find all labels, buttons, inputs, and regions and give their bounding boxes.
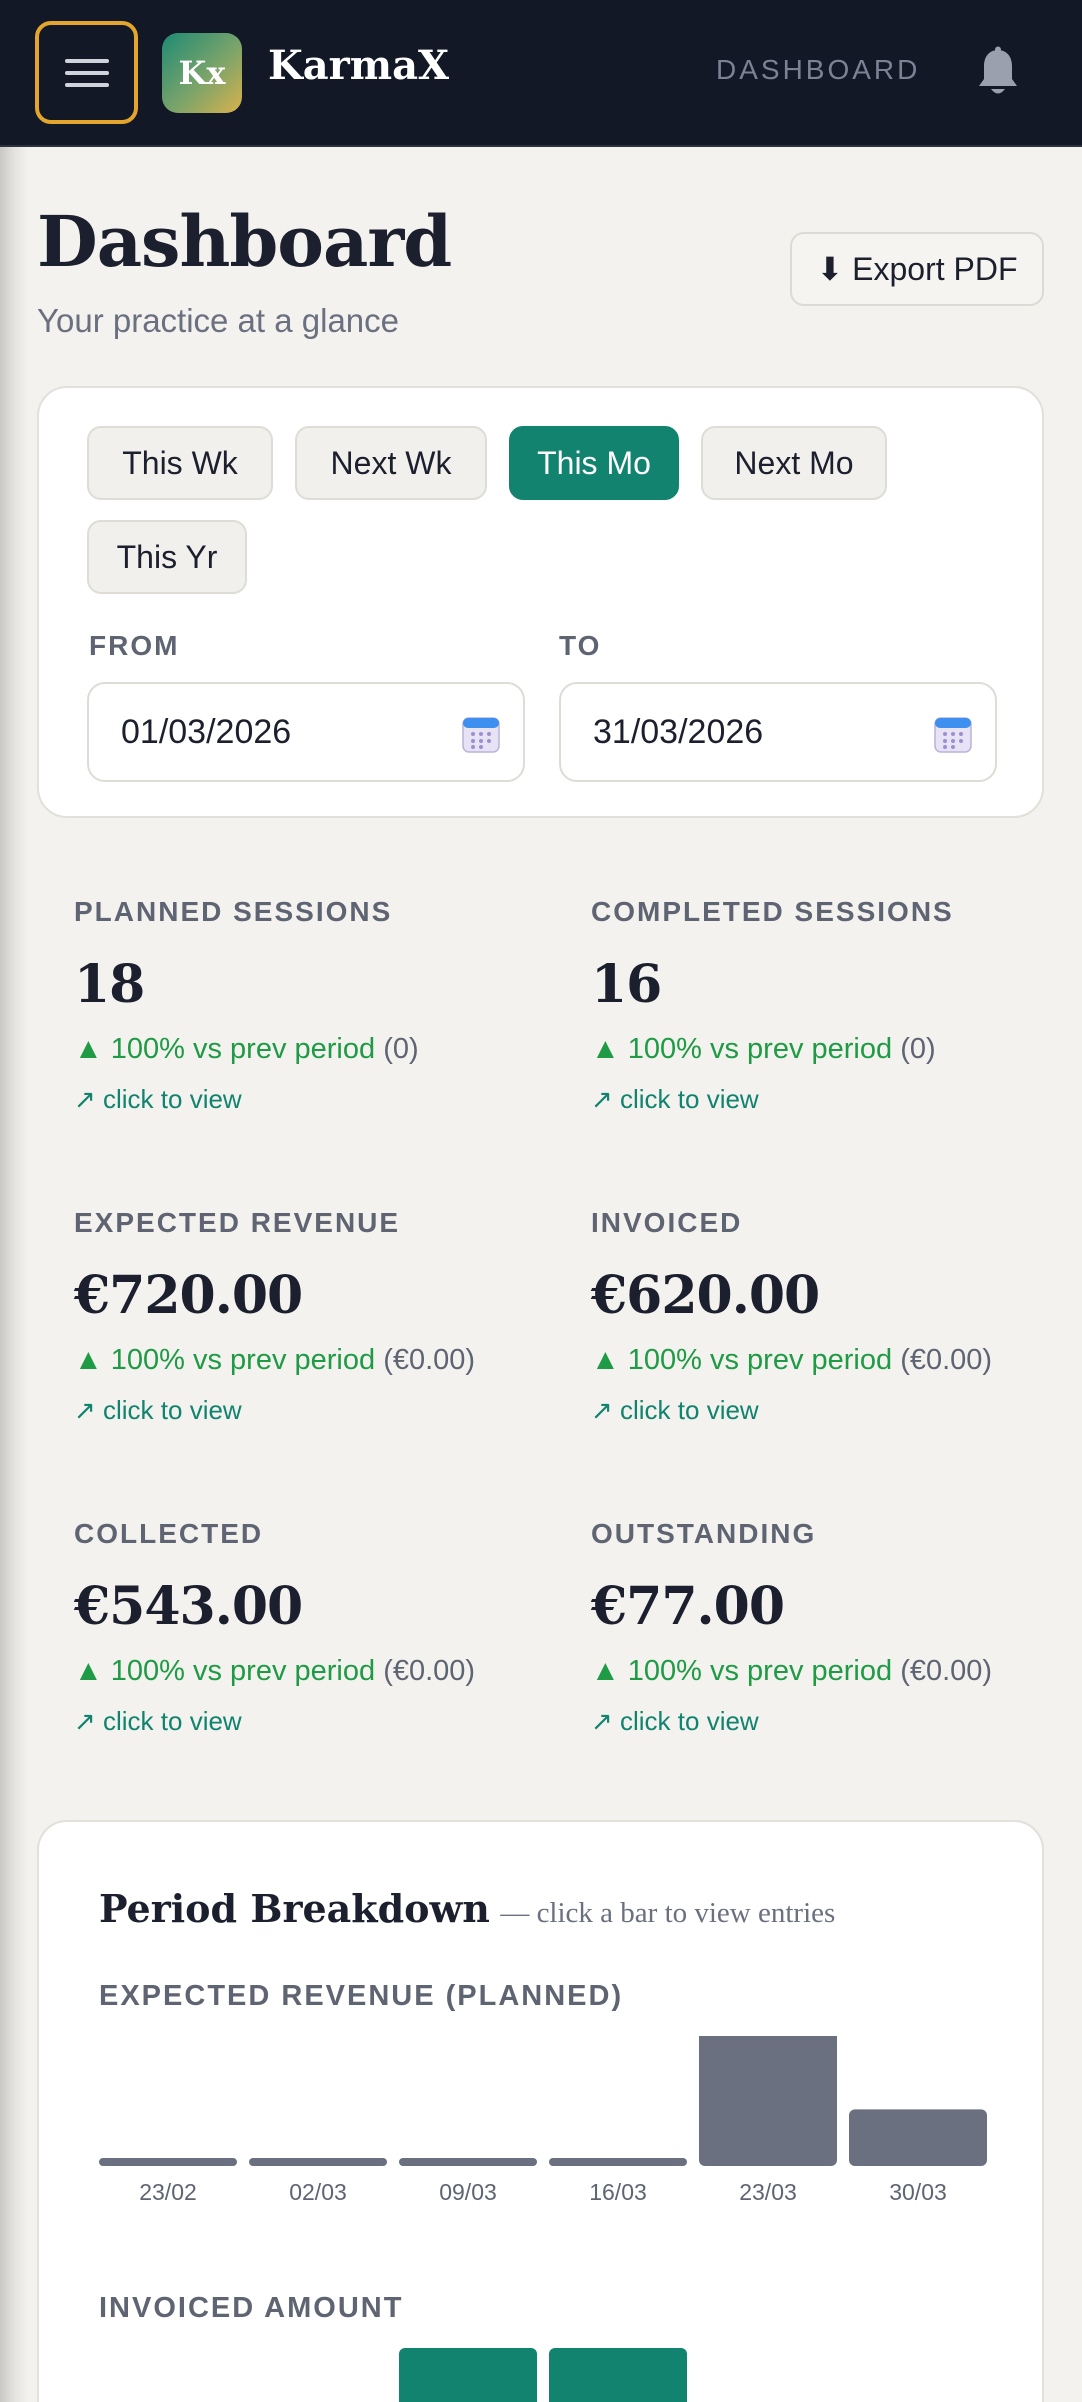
app-logo[interactable]: Kx (162, 33, 242, 113)
nav-current-page[interactable]: DASHBOARD (716, 54, 920, 86)
chart-bar[interactable] (549, 2158, 687, 2166)
to-label: TO (559, 630, 602, 661)
from-date-value: 01/03/2026 (121, 712, 292, 751)
chip-this-year[interactable]: This Yr (87, 520, 247, 594)
stat-view-link[interactable]: ↗ click to view (74, 1084, 554, 1115)
top-app-bar: Kx KarmaX DASHBOARD (0, 0, 1082, 147)
chart-title-invoiced: INVOICED AMOUNT (99, 2292, 404, 2324)
from-date-input[interactable]: 01/03/2026 (87, 682, 525, 782)
chip-next-week[interactable]: Next Wk (295, 426, 487, 500)
page-subtitle: Your practice at a glance (37, 302, 400, 339)
from-label: FROM (89, 630, 180, 661)
stat-value: €543.00 (74, 1576, 303, 1637)
hamburger-icon-line (64, 82, 109, 87)
chip-this-week[interactable]: This Wk (87, 426, 273, 500)
edge-shadow (0, 147, 28, 2402)
hamburger-icon-line (64, 58, 109, 63)
chip-this-month[interactable]: This Mo (509, 426, 679, 500)
stat-view-link[interactable]: ↗ click to view (591, 1084, 1071, 1115)
breakdown-title: Period Breakdown — click a bar to view e… (99, 1886, 835, 1931)
invoiced-amount-chart (399, 2348, 687, 2402)
stat-delta: ▲ 100% vs prev period (0) (74, 1033, 419, 1065)
stat-expected-revenue[interactable]: EXPECTED REVENUE €720.00 ▲ 100% vs prev … (74, 1207, 554, 1426)
stat-value: €620.00 (591, 1265, 820, 1326)
stat-delta: ▲ 100% vs prev period (€0.00) (591, 1344, 993, 1376)
expected-revenue-chart: 23/02 02/03 09/03 16/03 23/03 30/03 (99, 2036, 987, 2205)
stat-outstanding[interactable]: OUTSTANDING €77.00 ▲ 100% vs prev period… (591, 1518, 1071, 1737)
stat-label: COLLECTED (74, 1518, 264, 1549)
to-date-input[interactable]: 31/03/2026 (559, 682, 997, 782)
period-breakdown-card: Period Breakdown — click a bar to view e… (37, 1820, 1044, 2402)
chart-tick-label: 23/03 (739, 2179, 797, 2205)
stat-collected[interactable]: COLLECTED €543.00 ▲ 100% vs prev period … (74, 1518, 554, 1737)
stat-delta: ▲ 100% vs prev period (€0.00) (74, 1344, 476, 1376)
menu-button[interactable] (35, 21, 138, 124)
chart-tick-label: 16/03 (589, 2179, 647, 2205)
stat-label: COMPLETED SESSIONS (591, 896, 954, 927)
chart-title-expected-revenue: EXPECTED REVENUE (PLANNED) (99, 1980, 624, 2012)
chart-bar[interactable] (399, 2348, 537, 2402)
export-pdf-button[interactable]: ⬇ Export PDF (790, 232, 1044, 306)
hamburger-icon-line (64, 70, 109, 75)
stat-view-link[interactable]: ↗ click to view (74, 1395, 554, 1426)
notification-bell-icon[interactable] (975, 46, 1021, 98)
chart-tick-label: 02/03 (289, 2179, 347, 2205)
date-filter-card: This Wk Next Wk This Mo Next Mo This Yr … (37, 386, 1044, 818)
chart-bar[interactable] (99, 2158, 237, 2166)
chart-tick-label: 30/03 (889, 2179, 947, 2205)
to-date-value: 31/03/2026 (593, 712, 764, 751)
breakdown-hint: — click a bar to view entries (500, 1897, 836, 1929)
stat-view-link[interactable]: ↗ click to view (74, 1706, 554, 1737)
brand-name[interactable]: KarmaX (268, 42, 449, 89)
chart-bar[interactable] (249, 2158, 387, 2166)
stat-delta: ▲ 100% vs prev period (0) (591, 1033, 936, 1065)
chart-bar[interactable] (699, 2036, 837, 2166)
stat-label: INVOICED (591, 1207, 743, 1238)
stat-label: PLANNED SESSIONS (74, 896, 393, 927)
chart-tick-label: 09/03 (439, 2179, 497, 2205)
stat-planned-sessions[interactable]: PLANNED SESSIONS 18 ▲ 100% vs prev perio… (74, 896, 554, 1115)
calendar-icon[interactable] (461, 714, 501, 754)
stat-value: 16 (591, 954, 662, 1015)
stat-invoiced[interactable]: INVOICED €620.00 ▲ 100% vs prev period (… (591, 1207, 1071, 1426)
stat-completed-sessions[interactable]: COMPLETED SESSIONS 16 ▲ 100% vs prev per… (591, 896, 1071, 1115)
chart-bar[interactable] (549, 2348, 687, 2402)
calendar-icon[interactable] (933, 714, 973, 754)
chart-bar[interactable] (849, 2109, 987, 2166)
stat-delta: ▲ 100% vs prev period (€0.00) (591, 1655, 993, 1687)
stat-value: €720.00 (74, 1265, 303, 1326)
stat-value: €77.00 (591, 1576, 785, 1637)
stat-view-link[interactable]: ↗ click to view (591, 1706, 1071, 1737)
chart-tick-label: 23/02 (139, 2179, 197, 2205)
breakdown-title-text: Period Breakdown (99, 1886, 490, 1931)
stat-view-link[interactable]: ↗ click to view (591, 1395, 1071, 1426)
stat-value: 18 (74, 954, 145, 1015)
page-title: Dashboard (37, 200, 452, 283)
chip-next-month[interactable]: Next Mo (701, 426, 887, 500)
stat-delta: ▲ 100% vs prev period (€0.00) (74, 1655, 476, 1687)
stat-label: EXPECTED REVENUE (74, 1207, 401, 1238)
chart-bar[interactable] (399, 2158, 537, 2166)
stat-label: OUTSTANDING (591, 1518, 817, 1549)
